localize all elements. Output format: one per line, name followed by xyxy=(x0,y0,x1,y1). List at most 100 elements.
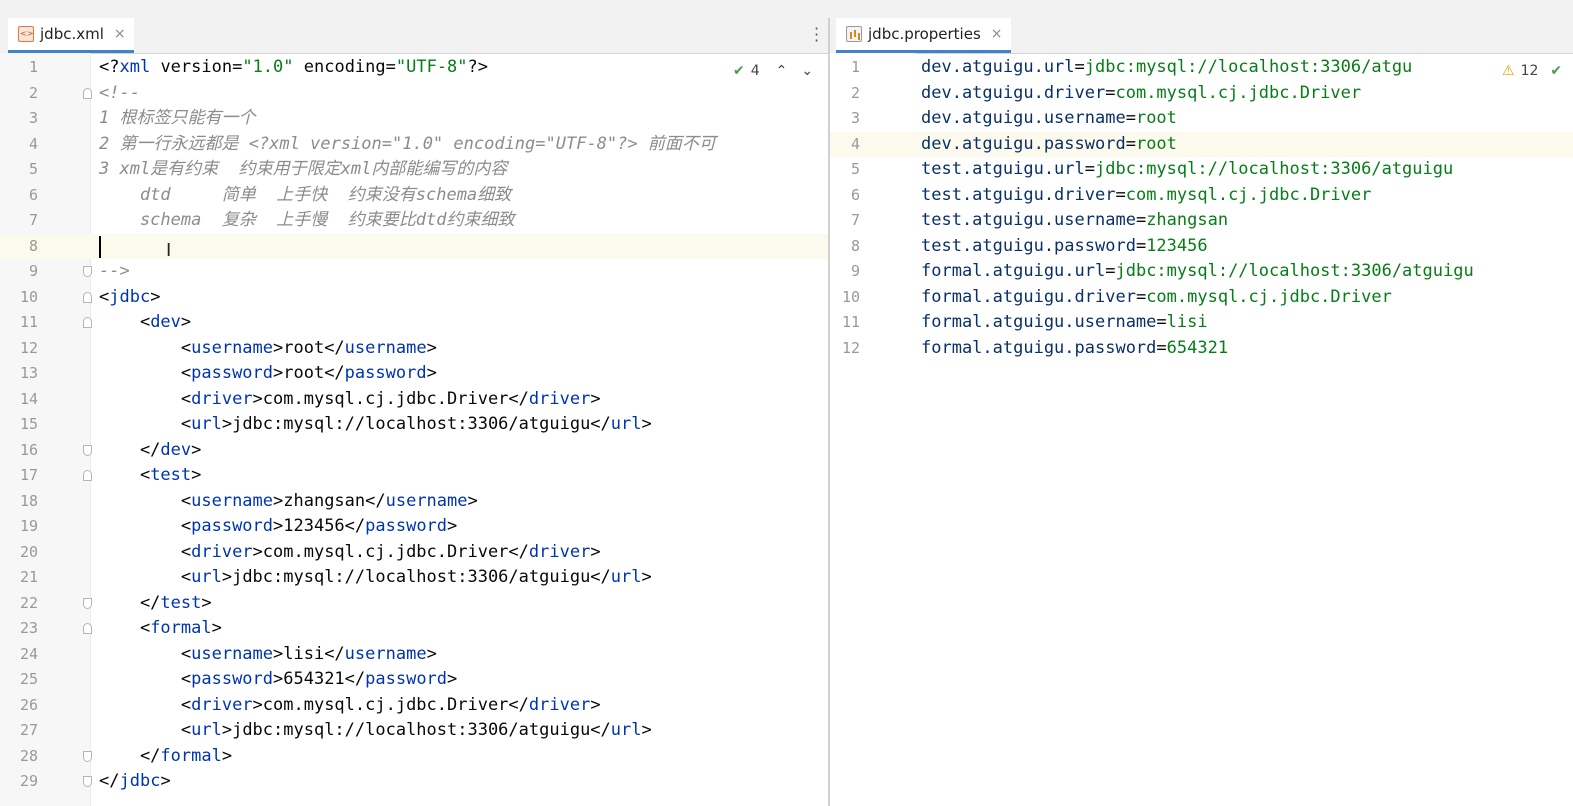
property-line[interactable]: 3 dev.atguigu.username=root xyxy=(830,106,1573,132)
line-number: 20 xyxy=(19,542,38,561)
line-number: 11 xyxy=(19,313,38,331)
line-number: 27 xyxy=(19,721,38,739)
right-tab-bar: jdbc.properties × xyxy=(830,18,1573,54)
line-number: 3 xyxy=(850,109,860,127)
code-line[interactable]: 16 </dev> xyxy=(0,438,828,464)
editor-jdbc-properties[interactable]: jdbc.properties × ⚠ 12 ✔ 1 dev.atguigu.ur… xyxy=(830,18,1573,806)
code-text: <driver>com.mysql.cj.jdbc.Driver</driver… xyxy=(99,694,601,715)
code-text: <!-- xyxy=(99,82,140,103)
code-text: <username>lisi</username> xyxy=(99,643,437,664)
code-line[interactable]: 4 2 第一行永远都是 <?xml version="1.0" encoding=… xyxy=(0,132,828,158)
property-line[interactable]: 12 formal.atguigu.password=654321 xyxy=(830,336,1573,362)
more-options-icon[interactable]: · · · xyxy=(814,21,819,49)
code-line[interactable]: 24 <username>lisi</username> xyxy=(0,642,828,668)
tab-label: jdbc.xml xyxy=(40,25,104,43)
code-line[interactable]: 17 <test> xyxy=(0,463,828,489)
code-text: </jdbc> xyxy=(99,771,171,791)
property-line[interactable]: 1 dev.atguigu.url=jdbc:mysql://localhost:… xyxy=(830,55,1573,81)
property-value: lisi xyxy=(1166,312,1208,332)
code-line[interactable]: 3 1 根标签只能有一个 xyxy=(0,106,828,132)
line-number: 24 xyxy=(19,644,38,663)
fold-marker-icon[interactable] xyxy=(83,623,92,634)
fold-marker-icon[interactable] xyxy=(83,266,92,277)
code-text: schema 复杂 上手慢 约束要比dtd约束细致 xyxy=(99,210,515,230)
line-number: 14 xyxy=(19,389,38,408)
close-icon[interactable]: × xyxy=(114,26,126,42)
code-line[interactable]: 7 schema 复杂 上手慢 约束要比dtd约束细致 xyxy=(0,208,828,234)
code-line[interactable]: 11 <dev> xyxy=(0,310,828,336)
fold-marker-icon[interactable] xyxy=(83,470,92,481)
property-line[interactable]: 6 test.atguigu.driver=com.mysql.cj.jdbc.D… xyxy=(830,183,1573,209)
code-text: 2 第一行永远都是 <?xml version="1.0" encoding="… xyxy=(99,133,716,154)
line-number: 9 xyxy=(28,262,38,280)
code-area[interactable]: 1 dev.atguigu.url=jdbc:mysql://localhost:… xyxy=(830,55,1573,361)
fold-marker-icon[interactable] xyxy=(83,317,92,328)
property-line[interactable]: 9 formal.atguigu.url=jdbc:mysql://localho… xyxy=(830,259,1573,285)
property-text: dev.atguigu.url=jdbc:mysql://localhost:3… xyxy=(921,57,1413,77)
fold-marker-icon[interactable] xyxy=(83,750,92,762)
code-line[interactable]: 9 --> xyxy=(0,259,828,285)
property-value: jdbc:mysql://localhost:3306/atguigu xyxy=(1095,159,1454,179)
code-line[interactable]: 21 <url>jdbc:mysql://localhost:3306/atgu… xyxy=(0,565,828,591)
property-line[interactable]: 5 test.atguigu.url=jdbc:mysql://localhost… xyxy=(830,157,1573,183)
code-line[interactable]: 15 <url>jdbc:mysql://localhost:3306/atgu… xyxy=(0,412,828,438)
properties-file-icon xyxy=(846,26,862,42)
fold-marker-icon[interactable] xyxy=(83,597,92,609)
tab-label: jdbc.properties xyxy=(868,25,981,43)
property-key: test.atguigu.driver xyxy=(921,184,1116,205)
code-line[interactable]: 28 </formal> xyxy=(0,744,828,770)
code-line[interactable]: 23 <formal> xyxy=(0,616,828,642)
property-line[interactable]: 10 formal.atguigu.driver=com.mysql.cj.jdb… xyxy=(830,285,1573,311)
code-line[interactable]: 27 <url>jdbc:mysql://localhost:3306/atgu… xyxy=(0,718,828,744)
fold-marker-icon[interactable] xyxy=(83,444,92,456)
code-text: </dev> xyxy=(99,439,202,460)
line-number: 29 xyxy=(19,772,38,790)
line-number: 6 xyxy=(28,185,38,204)
property-value: com.mysql.cj.jdbc.Driver xyxy=(1125,184,1372,205)
code-line[interactable]: 2 <!-- xyxy=(0,81,828,107)
line-number: 8 xyxy=(28,236,38,255)
code-text: <url>jdbc:mysql://localhost:3306/atguigu… xyxy=(99,414,652,434)
line-number: 4 xyxy=(850,134,860,153)
code-line[interactable]: 25 <password>654321</password> xyxy=(0,667,828,693)
line-number: 2 xyxy=(28,83,38,102)
code-line[interactable]: 19 <password>123456</password> xyxy=(0,514,828,540)
code-line[interactable]: 6 dtd 简单 上手快 约束没有schema细致 xyxy=(0,183,828,209)
fold-marker-icon[interactable] xyxy=(83,291,92,303)
fold-marker-icon[interactable] xyxy=(83,776,92,787)
code-line[interactable]: 29 </jdbc> xyxy=(0,769,828,795)
property-line[interactable]: 2 dev.atguigu.driver=com.mysql.cj.jdbc.Dr… xyxy=(830,81,1573,107)
code-line[interactable]: 1 <?xml version="1.0" encoding="UTF-8"?> xyxy=(0,55,828,81)
property-value: 123456 xyxy=(1146,235,1208,256)
property-key: dev.atguigu.driver xyxy=(921,82,1106,103)
code-line[interactable]: 5 3 xml是有约束 约束用于限定xml内部能编写的内容 xyxy=(0,157,828,183)
line-number: 22 xyxy=(19,593,38,612)
line-number: 3 xyxy=(28,109,38,127)
property-line[interactable]: 4 dev.atguigu.password=root xyxy=(830,131,1573,157)
code-area[interactable]: 1 <?xml version="1.0" encoding="UTF-8"?> 2… xyxy=(0,55,828,795)
property-line[interactable]: 11 formal.atguigu.username=lisi xyxy=(830,310,1573,336)
property-line[interactable]: 7 test.atguigu.username=zhangsan xyxy=(830,208,1573,234)
line-number: 7 xyxy=(850,211,860,229)
code-line[interactable]: 10 <jdbc> xyxy=(0,285,828,311)
tab-jdbc-properties[interactable]: jdbc.properties × xyxy=(836,18,1011,53)
property-key: formal.atguigu.driver xyxy=(921,286,1136,307)
code-text: </test> xyxy=(99,592,212,613)
fold-marker-icon[interactable] xyxy=(83,87,92,99)
code-line[interactable]: 20 <driver>com.mysql.cj.jdbc.Driver</dri… xyxy=(0,540,828,566)
tab-jdbc-xml[interactable]: jdbc.xml × xyxy=(8,18,134,53)
property-line[interactable]: 8 test.atguigu.password=123456 xyxy=(830,234,1573,260)
editor-jdbc-xml[interactable]: jdbc.xml × ··· ✔ 4 ⌃ ⌄ 1<?xml version="1… xyxy=(0,18,828,806)
code-line[interactable]: 12 <username>root</username> xyxy=(0,336,828,362)
close-icon[interactable]: × xyxy=(991,26,1003,42)
property-text: formal.atguigu.driver=com.mysql.cj.jdbc.… xyxy=(921,286,1392,307)
code-line[interactable]: 22 </test> xyxy=(0,591,828,617)
code-line[interactable]: 13 <password>root</password> xyxy=(0,361,828,387)
code-line[interactable]: 18 <username>zhangsan</username> xyxy=(0,489,828,515)
property-key: formal.atguigu.url xyxy=(921,261,1106,281)
code-line[interactable]: 14 <driver>com.mysql.cj.jdbc.Driver</dri… xyxy=(0,387,828,413)
code-line[interactable]: 8 xyxy=(0,233,828,259)
property-value: 654321 xyxy=(1166,337,1229,358)
code-text: <driver>com.mysql.cj.jdbc.Driver</driver… xyxy=(99,541,601,562)
code-line[interactable]: 26 <driver>com.mysql.cj.jdbc.Driver</dri… xyxy=(0,693,828,719)
